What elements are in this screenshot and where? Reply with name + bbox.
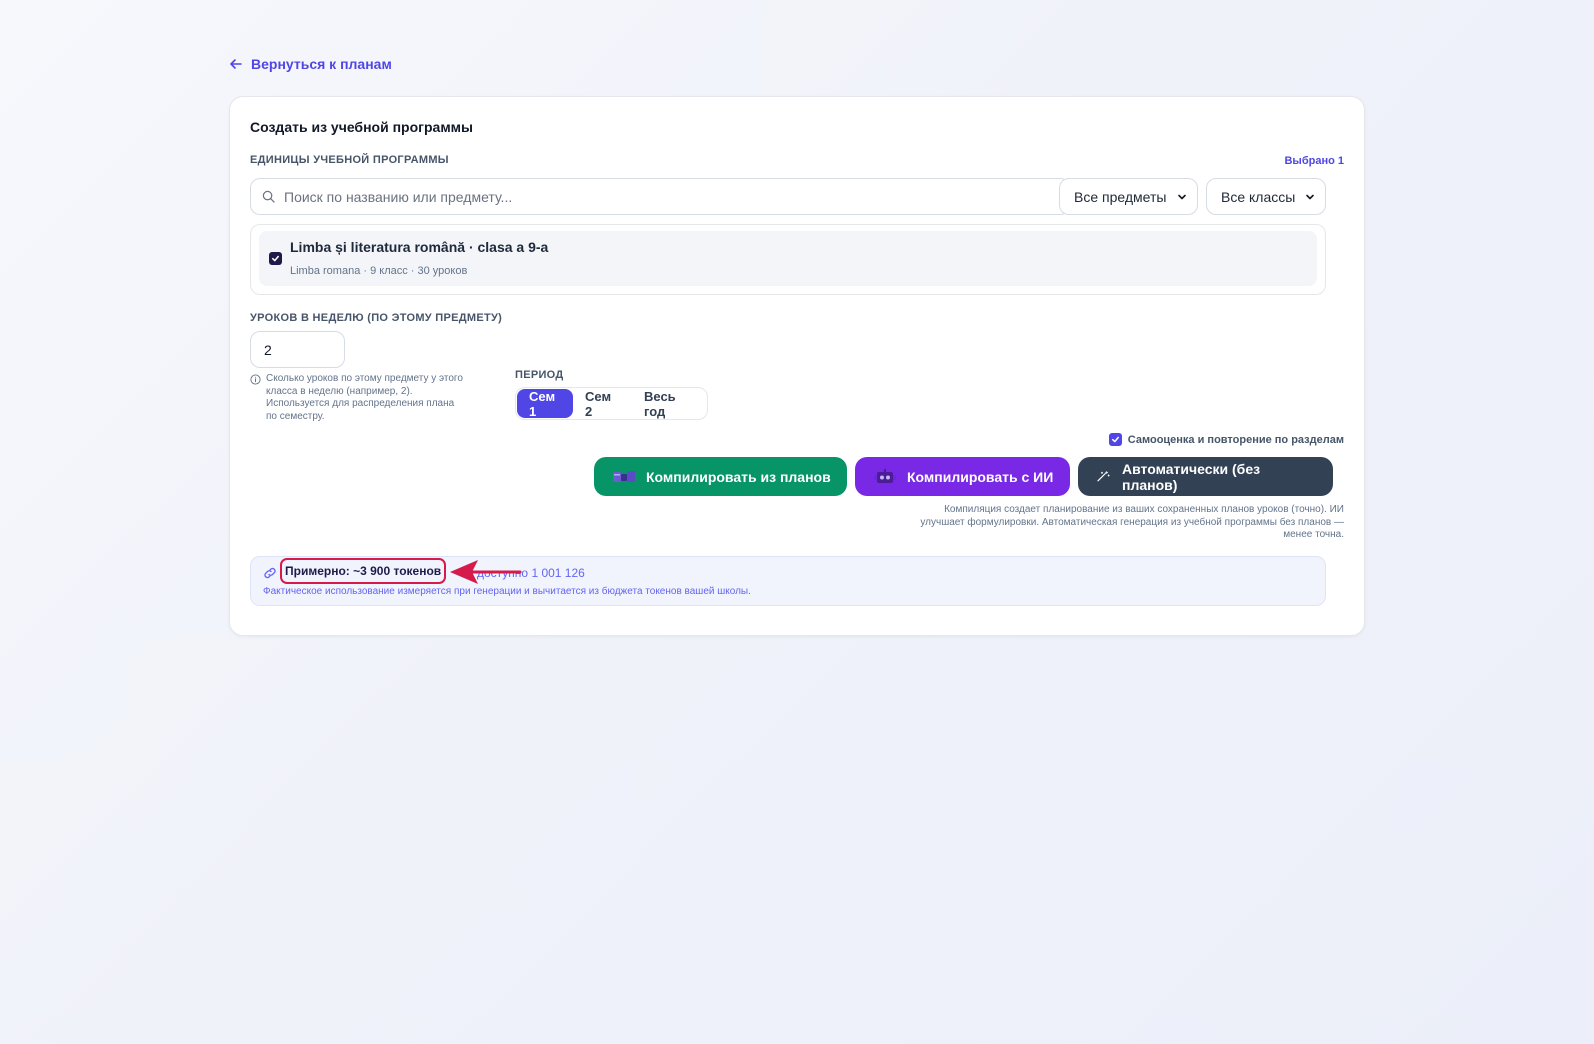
info-icon: [250, 374, 261, 385]
class-filter-value: Все классы: [1221, 188, 1296, 205]
books-icon: [613, 471, 635, 482]
subject-filter-value: Все предметы: [1074, 188, 1167, 205]
period-label: ПЕРИОД: [515, 369, 564, 381]
arrow-left-icon: [230, 59, 242, 69]
compile-with-ai-button[interactable]: Компилировать с ИИ: [855, 457, 1070, 496]
lessons-per-week-hint: Сколько уроков по этому предмету у этого…: [250, 373, 470, 423]
checkmark-icon: [1111, 436, 1119, 443]
curriculum-units-label: ЕДИНИЦЫ УЧЕБНОЙ ПРОГРАММЫ: [250, 154, 449, 166]
create-from-curriculum-card: Создать из учебной программы ЕДИНИЦЫ УЧЕ…: [229, 96, 1365, 636]
annotation-arrow-icon: [450, 560, 522, 584]
ai-robot-icon: [874, 469, 896, 483]
compile-with-ai-label: Компилировать с ИИ: [907, 468, 1054, 485]
compile-from-plans-button[interactable]: Компилировать из планов: [594, 457, 847, 496]
card-title: Создать из учебной программы: [250, 119, 473, 135]
unit-checkbox[interactable]: [269, 252, 282, 265]
self-assessment-toggle[interactable]: Самооценка и повторение по разделам: [1108, 433, 1344, 446]
period-option-sem1[interactable]: Сем 1: [517, 389, 573, 419]
chevron-down-icon: [1178, 194, 1186, 199]
period-option-sem2[interactable]: Сем 2: [573, 389, 632, 419]
checkmark-icon: [272, 255, 279, 262]
unit-meta: Limba romana · 9 класс · 30 уроков: [290, 265, 468, 277]
search-icon: [262, 190, 275, 203]
curriculum-units-list: Limba și literatura română · clasa a 9-a…: [250, 224, 1326, 295]
back-link-label: Вернуться к планам: [251, 56, 392, 72]
chevron-down-icon: [1306, 194, 1314, 199]
search-input[interactable]: [284, 188, 1069, 205]
subject-filter-select[interactable]: Все предметы: [1059, 178, 1198, 215]
lessons-per-week-input[interactable]: 2: [250, 331, 345, 368]
class-filter-select[interactable]: Все классы: [1206, 178, 1326, 215]
hint-text: Сколько уроков по этому предмету у этого…: [266, 373, 463, 422]
lessons-per-week-label: УРОКОВ В НЕДЕЛЮ (ПО ЭТОМУ ПРЕДМЕТУ): [250, 312, 503, 324]
token-usage-description: Фактическое использование измеряется при…: [263, 586, 751, 597]
unit-title: Limba și literatura română · clasa a 9-a: [290, 239, 549, 255]
token-estimate-box: доступно 1 001 126 Примерно: ~3 900 токе…: [250, 556, 1326, 606]
link-icon: [264, 567, 276, 579]
back-to-plans-link[interactable]: Вернуться к планам: [229, 56, 392, 72]
token-estimate: Примерно: ~3 900 токенов: [280, 558, 447, 584]
period-segmented-control: Сем 1 Сем 2 Весь год: [515, 387, 708, 420]
compile-from-plans-label: Компилировать из планов: [646, 468, 831, 485]
list-item[interactable]: Limba și literatura română · clasa a 9-a…: [259, 231, 1317, 286]
self-assessment-checkbox[interactable]: [1108, 433, 1122, 446]
search-box: [250, 178, 1070, 215]
selected-count[interactable]: Выбрано 1: [1284, 155, 1344, 167]
self-assessment-label: Самооценка и повторение по разделам: [1127, 433, 1344, 446]
compilation-note: Компиляция создает планирование из ваших…: [920, 504, 1344, 540]
auto-generate-label: Автоматически (без планов): [1122, 460, 1261, 493]
auto-generate-button[interactable]: Автоматически (без планов): [1078, 457, 1333, 496]
magic-wand-icon: [1097, 471, 1110, 482]
period-option-year[interactable]: Весь год: [632, 389, 706, 419]
